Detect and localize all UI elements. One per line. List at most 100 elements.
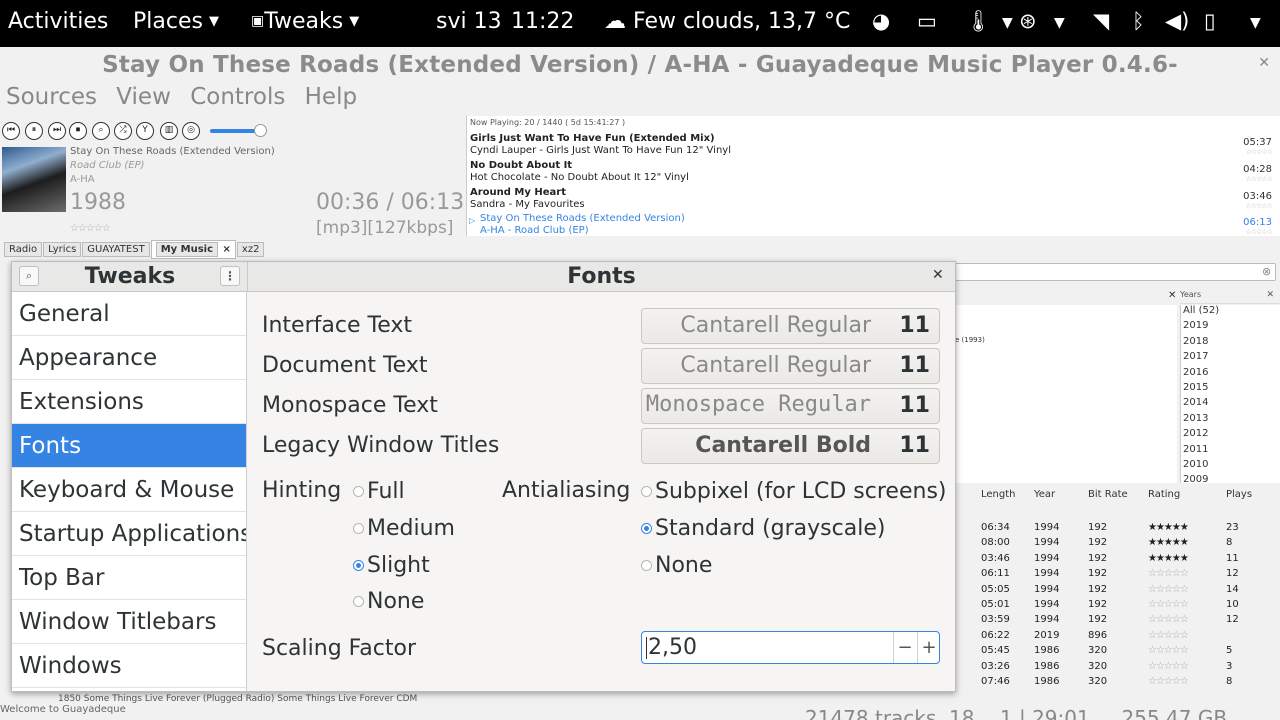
audioscrobble-icon[interactable]: ◎ bbox=[182, 122, 200, 140]
sidebar-item-top-bar[interactable]: Top Bar bbox=[12, 556, 246, 600]
decrement-button[interactable]: − bbox=[893, 632, 916, 663]
rating-stars[interactable]: ★★★★★ bbox=[1148, 522, 1189, 533]
volume-slider-handle[interactable] bbox=[254, 124, 267, 137]
year-item[interactable]: 2009 bbox=[1181, 474, 1280, 489]
antialiasing-none-label[interactable]: None bbox=[655, 553, 712, 578]
tab-lyrics[interactable]: Lyrics bbox=[43, 242, 82, 257]
wifi-icon[interactable]: ◥ bbox=[1093, 9, 1109, 33]
rating-stars[interactable]: ☆☆☆☆☆ bbox=[70, 223, 111, 234]
table-row[interactable]: 05:45 1986 320 ☆☆☆☆☆ 5 bbox=[955, 643, 1280, 658]
table-row[interactable]: 03:59 1994 192 ☆☆☆☆☆ 12 bbox=[955, 612, 1280, 627]
chevron-down-icon[interactable]: ▼ bbox=[1002, 15, 1013, 31]
tab-guayatest[interactable]: GUAYATEST bbox=[82, 242, 150, 257]
close-icon[interactable]: ✕ bbox=[932, 267, 944, 283]
antialiasing-none-radio[interactable] bbox=[641, 560, 652, 571]
menu-icon[interactable]: ⋮ bbox=[220, 266, 240, 286]
table-row[interactable]: 03:46 1994 192 ★★★★★ 11 bbox=[955, 551, 1280, 566]
sidebar-item-keyboard-mouse[interactable]: Keyboard & Mouse bbox=[12, 468, 246, 512]
legacy-titles-font-button[interactable]: Cantarell Bold 11 bbox=[641, 428, 940, 464]
rating-stars[interactable]: ☆☆☆☆☆ bbox=[1246, 175, 1273, 183]
year-item[interactable]: 2018 bbox=[1181, 336, 1280, 351]
menu-sources[interactable]: Sources bbox=[6, 84, 97, 110]
clock-label[interactable]: 11:22 bbox=[511, 9, 574, 34]
tab-my-music[interactable]: My Music × bbox=[150, 240, 236, 259]
places-menu[interactable]: Places ▼ bbox=[133, 9, 219, 34]
column-rating[interactable]: Rating bbox=[1148, 489, 1180, 500]
rating-stars[interactable]: ☆☆☆☆☆ bbox=[1148, 614, 1189, 625]
menu-controls[interactable]: Controls bbox=[190, 84, 285, 110]
increment-button[interactable]: + bbox=[917, 632, 940, 663]
sidebar-item-window-titlebars[interactable]: Window Titlebars bbox=[12, 600, 246, 644]
rating-stars[interactable]: ☆☆☆☆☆ bbox=[1148, 676, 1189, 687]
year-item[interactable]: 2013 bbox=[1181, 413, 1280, 428]
column-plays[interactable]: Plays bbox=[1226, 489, 1252, 500]
rating-stars[interactable]: ☆☆☆☆☆ bbox=[1148, 599, 1189, 610]
rating-stars[interactable]: ☆☆☆☆☆ bbox=[1148, 645, 1189, 656]
close-icon[interactable]: ✕ bbox=[1168, 290, 1176, 301]
year-item[interactable]: All (52) bbox=[1181, 305, 1280, 320]
search-icon[interactable]: ⌕ bbox=[19, 266, 39, 286]
temperature-icon[interactable]: 🌡 bbox=[965, 9, 992, 34]
column-year[interactable]: Year bbox=[1034, 489, 1055, 500]
sidebar-item-startup-applications[interactable]: Startup Applications bbox=[12, 512, 246, 556]
table-row[interactable]: 06:22 2019 896 ☆☆☆☆☆ bbox=[955, 628, 1280, 643]
album-cover[interactable] bbox=[2, 147, 66, 212]
hinting-none-radio[interactable] bbox=[353, 596, 364, 607]
years-list[interactable]: All (52) 2019 2018 2017 2016 2015 2014 2… bbox=[1180, 305, 1280, 485]
equalizer-icon[interactable]: ▥ bbox=[160, 122, 178, 140]
music-indicator-icon[interactable]: ◕ bbox=[872, 9, 890, 33]
rating-stars[interactable]: ☆☆☆☆☆ bbox=[1246, 148, 1273, 156]
antialiasing-subpixel-radio[interactable] bbox=[641, 486, 652, 497]
rating-stars[interactable]: ☆☆☆☆☆ bbox=[1148, 584, 1189, 595]
app-menu[interactable]: ▣Tweaks ▼ bbox=[251, 9, 359, 34]
table-row[interactable]: 05:01 1994 192 ☆☆☆☆☆ 10 bbox=[955, 597, 1280, 612]
rating-stars[interactable]: ☆☆☆☆☆ bbox=[1148, 630, 1189, 641]
playlist-row[interactable]: Around My Heart Sandra - My Favourites 0… bbox=[466, 185, 1280, 211]
accessibility-icon[interactable]: ⊛ bbox=[1019, 9, 1037, 33]
close-icon[interactable]: × bbox=[223, 244, 231, 255]
battery-icon[interactable]: ▯ bbox=[1204, 9, 1216, 33]
rating-stars[interactable]: ☆☆☆☆☆ bbox=[1148, 568, 1189, 579]
menu-view[interactable]: View bbox=[116, 84, 171, 110]
pause-icon[interactable]: ⏸ bbox=[25, 122, 43, 140]
year-item[interactable]: 2012 bbox=[1181, 428, 1280, 443]
rating-stars[interactable]: ☆☆☆☆☆ bbox=[1148, 661, 1189, 672]
hinting-full-radio[interactable] bbox=[353, 486, 364, 497]
smart-play-icon[interactable]: Y bbox=[136, 122, 154, 140]
hinting-slight-label[interactable]: Slight bbox=[367, 553, 430, 578]
antialiasing-standard-radio[interactable] bbox=[641, 523, 652, 534]
activities-button[interactable]: Activities bbox=[8, 9, 108, 34]
rating-stars[interactable]: ★★★★★ bbox=[1148, 553, 1189, 564]
hinting-medium-label[interactable]: Medium bbox=[367, 516, 455, 541]
table-row[interactable]: 03:26 1986 320 ☆☆☆☆☆ 3 bbox=[955, 659, 1280, 674]
scaling-factor-value[interactable]: 2,50 bbox=[648, 635, 697, 660]
sidebar-item-extensions[interactable]: Extensions bbox=[12, 380, 246, 424]
year-item[interactable]: 2010 bbox=[1181, 459, 1280, 474]
next-icon[interactable]: ⏭ bbox=[48, 122, 66, 140]
hinting-full-label[interactable]: Full bbox=[367, 479, 405, 504]
antialiasing-subpixel-label[interactable]: Subpixel (for LCD screens) bbox=[655, 479, 947, 504]
sidebar-item-fonts[interactable]: Fonts bbox=[12, 424, 246, 468]
tab-radio[interactable]: Radio bbox=[4, 242, 43, 257]
sidebar-item-windows[interactable]: Windows bbox=[12, 644, 246, 688]
hinting-none-label[interactable]: None bbox=[367, 589, 424, 614]
column-bitrate[interactable]: Bit Rate bbox=[1088, 489, 1128, 500]
table-row[interactable]: 08:00 1994 192 ★★★★★ 8 bbox=[955, 535, 1280, 550]
year-item[interactable]: 2017 bbox=[1181, 351, 1280, 366]
hinting-medium-radio[interactable] bbox=[353, 523, 364, 534]
previous-icon[interactable]: ⏮ bbox=[2, 122, 20, 140]
year-item[interactable]: 2015 bbox=[1181, 382, 1280, 397]
year-item[interactable]: 2016 bbox=[1181, 367, 1280, 382]
playlist-row[interactable]: No Doubt About It Hot Chocolate - No Dou… bbox=[466, 158, 1280, 184]
year-item[interactable]: 2019 bbox=[1181, 320, 1280, 335]
bluetooth-icon[interactable]: ᛒ bbox=[1132, 9, 1145, 33]
screen-icon[interactable]: ▭ bbox=[917, 9, 937, 33]
table-row[interactable]: 06:11 1994 192 ☆☆☆☆☆ 12 bbox=[955, 566, 1280, 581]
date-label[interactable]: svi 13 bbox=[436, 9, 502, 34]
antialiasing-standard-label[interactable]: Standard (grayscale) bbox=[655, 516, 885, 541]
playlist-row-current[interactable]: Stay On These Roads (Extended Version) A… bbox=[466, 211, 1280, 237]
close-icon[interactable]: ✕ bbox=[1258, 55, 1270, 71]
volume-icon[interactable]: ◀) bbox=[1165, 9, 1189, 33]
close-icon[interactable]: ✕ bbox=[1266, 290, 1274, 300]
tab-xz2[interactable]: xz2 bbox=[236, 242, 265, 257]
